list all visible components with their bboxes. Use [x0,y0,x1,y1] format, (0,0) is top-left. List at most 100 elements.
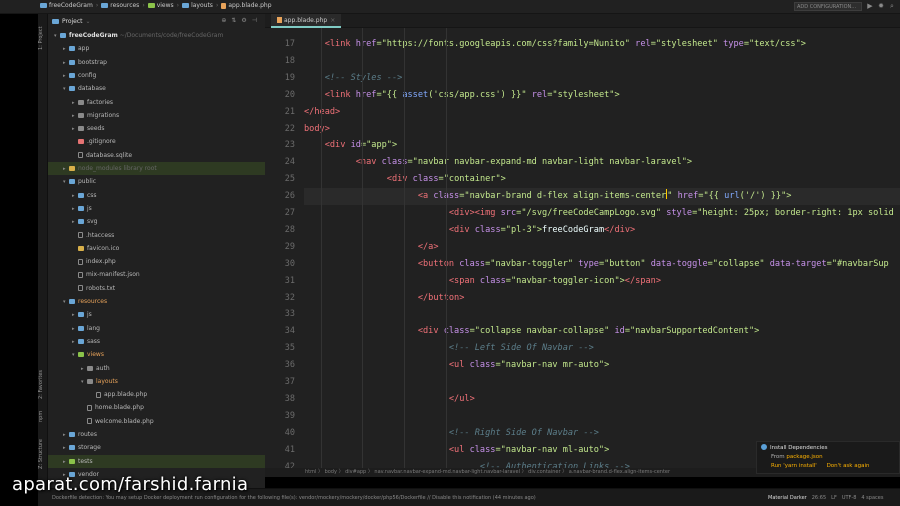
breadcrumb-item[interactable]: freeCodeGram [40,2,93,9]
tool-tab-favorites[interactable]: 2: Favorites [38,364,48,404]
code-line[interactable]: <link href="https://fonts.googleapis.com… [304,36,900,53]
tree-item[interactable]: ▸ auth [48,362,265,375]
tool-tab-project[interactable]: 1: Project [38,18,48,58]
code-line[interactable] [304,408,900,425]
line-separator[interactable]: LF [831,489,837,506]
code-editor[interactable]: 17 18 19 20 21 22 23 24 25 26 27 28 29 30 31 32 33 34 35 36… [265,28,900,468]
tree-item[interactable]: database.sqlite [48,149,265,162]
breadcrumb-item[interactable]: resources [101,2,139,9]
chevron-down-icon[interactable]: ⌄ [86,18,91,25]
locate-icon[interactable]: ⊕ [221,17,226,24]
tree-item[interactable]: ▸ app [48,42,265,55]
code-token: class [479,275,506,286]
file-encoding[interactable]: UTF-8 [842,489,857,506]
caret-position[interactable]: 26:65 [812,489,826,506]
breadcrumb-item[interactable]: app.blade.php [221,2,272,9]
tree-item[interactable]: home.blade.php [48,401,265,414]
tree-item[interactable]: index.php [48,255,265,268]
code-area[interactable]: <link href="https://fonts.googleapis.com… [304,28,900,468]
package-json-link[interactable]: package.json [786,454,822,460]
code-line[interactable]: </ul> [304,391,900,408]
indent-setting[interactable]: 4 spaces [861,489,883,506]
code-line[interactable]: <link href="{{ asset('css/app.css') }}" … [304,87,900,104]
tree-item[interactable]: ▸ node_modules library root [48,162,265,175]
tree-item[interactable]: ▸ js [48,202,265,215]
close-icon[interactable]: × [330,17,335,24]
tree-item-label: auth [96,364,110,372]
tree-item[interactable]: ▸ storage [48,441,265,454]
tree-item[interactable]: ▾ layouts [48,375,265,388]
tree-item[interactable]: ▾ database [48,82,265,95]
code-line[interactable]: <button class="navbar-toggler" type="but… [304,256,900,273]
run-configuration-dropdown[interactable]: ADD CONFIGURATION... [794,2,862,11]
run-icon[interactable]: ▶ [866,2,874,10]
tree-item[interactable]: mix-manifest.json [48,268,265,281]
dont-ask-again-link[interactable]: Don't ask again [827,463,870,469]
tree-item-label: svg [87,218,98,226]
code-line[interactable]: </head> [304,104,900,121]
tree-item[interactable]: ▸ lang [48,322,265,335]
code-line[interactable]: <ul class="navbar-nav mr-auto"> [304,357,900,374]
tree-item[interactable]: ▸ migrations [48,109,265,122]
settings-icon[interactable]: ⚙ [241,17,246,24]
project-panel-title[interactable]: Project [62,18,83,25]
search-icon[interactable]: ⌕ [888,2,896,10]
tool-tab-structure[interactable]: Z: Structure [38,434,48,474]
code-line[interactable]: <!-- Right Side Of Navbar --> [304,425,900,442]
code-line[interactable]: <div class="pl-3">freeCodeGram</div> [304,222,900,239]
tree-item[interactable]: ▸ sass [48,335,265,348]
code-line[interactable]: <div class="container"> [304,171,900,188]
tree-item[interactable]: ▸ css [48,189,265,202]
tree-item[interactable]: .gitignore [48,135,265,148]
code-line[interactable]: <!-- Left Side Of Navbar --> [304,340,900,357]
tree-item[interactable]: ▸ svg [48,215,265,228]
tree-item[interactable]: ▸ js [48,308,265,321]
tree-item[interactable]: welcome.blade.php [48,415,265,428]
code-line[interactable]: <!-- Styles --> [304,70,900,87]
debug-icon[interactable]: ✹ [877,2,885,10]
code-line[interactable] [304,306,900,323]
tree-item[interactable]: ▸ routes [48,428,265,441]
collapse-all-icon[interactable]: ⇅ [231,17,236,24]
breadcrumb-item[interactable]: layouts [182,2,213,9]
code-line[interactable]: <nav class="navbar navbar-expand-md navb… [304,154,900,171]
code-line[interactable] [304,374,900,391]
code-line[interactable]: <div id="app"> [304,137,900,154]
indent-guide [362,28,364,468]
line-number: 30 [284,258,295,269]
hide-icon[interactable]: ⊣ [252,17,257,24]
tree-item[interactable]: app.blade.php [48,388,265,401]
tree-item[interactable]: ▸ bootstrap [48,56,265,69]
code-line[interactable]: </a> [304,239,900,256]
code-line[interactable]: <div class="collapse navbar-collapse" id… [304,323,900,340]
code-line[interactable]: </button> [304,290,900,307]
tree-item[interactable]: ▾ freeCodeGram ~/Documents/code/freeCodeG… [48,29,265,42]
editor-tab-app-blade[interactable]: app.blade.php × [271,14,342,28]
file-icon [78,152,83,159]
blade-file-icon [277,17,282,23]
code-line[interactable]: <div><img src="/svg/freeCodeCampLogo.svg… [304,205,900,222]
code-line[interactable]: <span class="navbar-toggler-icon"></span… [304,273,900,290]
tree-item[interactable]: ▸ config [48,69,265,82]
tree-item[interactable]: .htaccess [48,229,265,242]
code-token: <ul [448,444,470,455]
tree-item[interactable]: ▾ public [48,175,265,188]
tree-item[interactable]: ▾ resources [48,295,265,308]
breadcrumb-item[interactable]: views [147,2,174,9]
tree-item[interactable]: ▸ factories [48,96,265,109]
tool-tab-npm[interactable]: npm [38,408,48,424]
code-line[interactable]: body> [304,121,900,138]
run-yarn-install-link[interactable]: Run 'yarn install' [771,463,817,469]
theme-indicator[interactable]: Material Darker [768,489,807,506]
fold-gutter[interactable] [296,28,302,468]
tree-item[interactable]: favicon.ico [48,242,265,255]
tree-item[interactable]: ▾ views [48,348,265,361]
folder-icon [69,445,75,451]
tree-item[interactable]: ▸ seeds [48,122,265,135]
code-line[interactable] [304,53,900,70]
tree-item[interactable]: ▸ tests [48,454,265,468]
code-line[interactable]: <a class="navbar-brand d-flex align-item… [304,188,900,205]
tree-item[interactable]: robots.txt [48,282,265,295]
tree-item-suffix: ~/Documents/code/freeCodeGram [117,32,224,39]
